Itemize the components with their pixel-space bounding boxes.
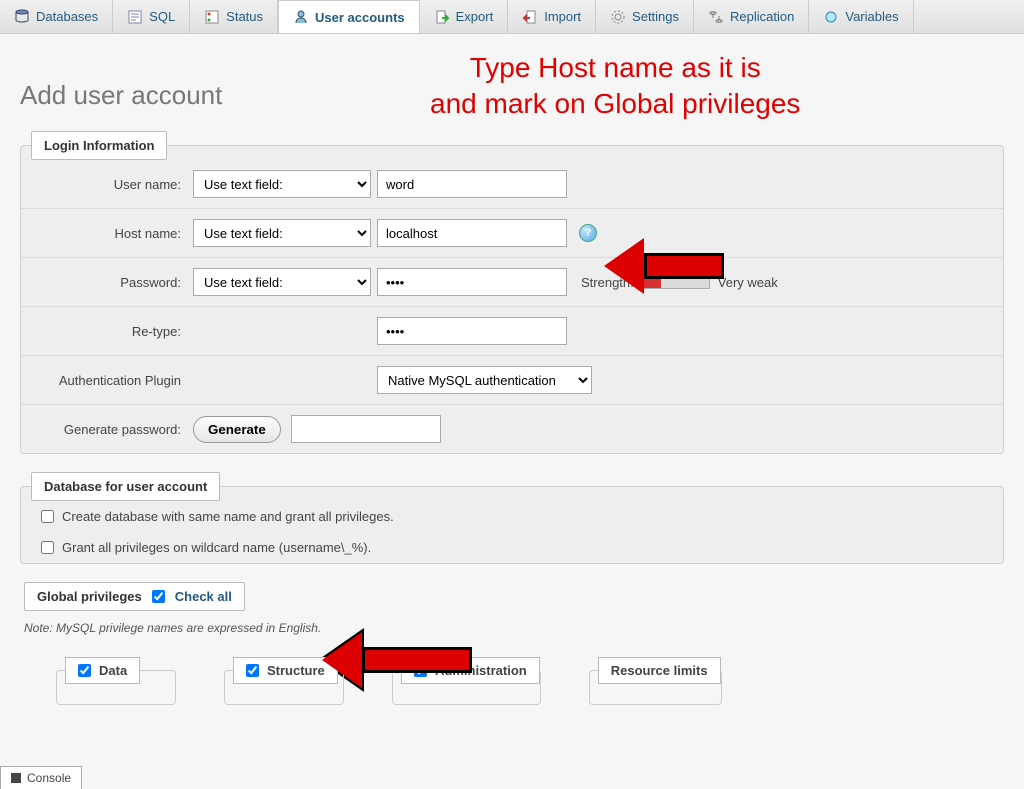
data-group: Data [56, 657, 176, 705]
wildcard-label: Grant all privileges on wildcard name (u… [62, 540, 371, 555]
resource-group-legend: Resource limits [598, 657, 721, 684]
tab-label: Status [226, 9, 263, 24]
tab-label: Settings [632, 9, 679, 24]
console-label: Console [27, 771, 71, 785]
global-priv-legend: Global privileges Check all [24, 582, 245, 611]
generated-password-input[interactable] [291, 415, 441, 443]
generate-label: Generate password: [33, 422, 193, 437]
global-priv-title: Global privileges [37, 589, 142, 604]
structure-checkbox[interactable] [246, 664, 259, 677]
top-tabs: Databases SQL Status User accounts Expor… [0, 0, 1024, 34]
tab-variables[interactable]: Variables [809, 0, 913, 33]
generate-button[interactable]: Generate [193, 416, 281, 443]
password-label: Password: [33, 275, 193, 290]
hostname-row: Host name: Use text field: ? [21, 208, 1003, 257]
tab-export[interactable]: Export [420, 0, 509, 33]
user-accounts-icon [293, 9, 309, 25]
login-info-panel: Login Information User name: Use text fi… [20, 131, 1004, 454]
username-row: User name: Use text field: [21, 160, 1003, 208]
username-input[interactable] [377, 170, 567, 198]
global-priv-panel: Global privileges Check all Note: MySQL … [20, 582, 1004, 705]
tab-label: Replication [730, 9, 794, 24]
import-icon [522, 9, 538, 25]
data-label: Data [99, 663, 127, 678]
data-group-legend: Data [65, 657, 140, 684]
hostname-type-select[interactable]: Use text field: [193, 219, 371, 247]
create-db-checkbox[interactable] [41, 510, 54, 523]
password-row: Password: Use text field: Strength: Very… [21, 257, 1003, 306]
priv-note: Note: MySQL privilege names are expresse… [20, 611, 1004, 649]
tab-replication[interactable]: Replication [694, 0, 809, 33]
username-label: User name: [33, 177, 193, 192]
generate-row: Generate password: Generate [21, 404, 1003, 453]
content-area: Add user account Login Information User … [0, 34, 1024, 739]
tab-label: SQL [149, 9, 175, 24]
tab-status[interactable]: Status [190, 0, 278, 33]
arrow-hostname [604, 238, 724, 294]
tab-user-accounts[interactable]: User accounts [278, 0, 420, 33]
strength-text: Very weak [718, 275, 778, 290]
check-all-link[interactable]: Check all [175, 589, 232, 604]
tab-label: User accounts [315, 10, 405, 25]
annotation-text: Type Host name as it is and mark on Glob… [430, 50, 800, 123]
annotation-line1: Type Host name as it is [430, 50, 800, 86]
database-icon [14, 9, 30, 25]
hostname-input[interactable] [377, 219, 567, 247]
replication-icon [708, 9, 724, 25]
password-input[interactable] [377, 268, 567, 296]
auth-row: Authentication Plugin Native MySQL authe… [21, 355, 1003, 404]
sql-icon [127, 9, 143, 25]
password-type-select[interactable]: Use text field: [193, 268, 371, 296]
db-for-user-panel: Database for user account Create databas… [20, 472, 1004, 564]
arrow-global-priv [322, 632, 472, 688]
help-icon[interactable]: ? [579, 224, 597, 242]
tab-sql[interactable]: SQL [113, 0, 190, 33]
resource-group: Resource limits [589, 657, 722, 705]
wildcard-option: Grant all privileges on wildcard name (u… [21, 532, 1003, 563]
priv-groups: Data Structure Administration Resource l… [20, 657, 1004, 705]
username-type-select[interactable]: Use text field: [193, 170, 371, 198]
create-db-label: Create database with same name and grant… [62, 509, 394, 524]
data-checkbox[interactable] [78, 664, 91, 677]
tab-import[interactable]: Import [508, 0, 596, 33]
wildcard-checkbox[interactable] [41, 541, 54, 554]
variables-icon [823, 9, 839, 25]
tab-databases[interactable]: Databases [0, 0, 113, 33]
resource-label: Resource limits [611, 663, 708, 678]
structure-label: Structure [267, 663, 325, 678]
retype-input[interactable] [377, 317, 567, 345]
create-db-option: Create database with same name and grant… [21, 501, 1003, 532]
retype-row: Re-type: [21, 306, 1003, 355]
tab-label: Import [544, 9, 581, 24]
tab-settings[interactable]: Settings [596, 0, 694, 33]
console-tab[interactable]: Console [0, 766, 82, 789]
tab-label: Export [456, 9, 494, 24]
export-icon [434, 9, 450, 25]
check-all-checkbox[interactable] [152, 590, 165, 603]
tab-label: Variables [845, 9, 898, 24]
console-icon [11, 773, 21, 783]
hostname-label: Host name: [33, 226, 193, 241]
auth-plugin-select[interactable]: Native MySQL authentication [377, 366, 592, 394]
db-for-user-legend: Database for user account [31, 472, 220, 501]
login-info-legend: Login Information [31, 131, 167, 160]
tab-label: Databases [36, 9, 98, 24]
annotation-line2: and mark on Global privileges [430, 86, 800, 122]
status-icon [204, 9, 220, 25]
auth-label: Authentication Plugin [33, 373, 193, 388]
retype-label: Re-type: [33, 324, 193, 339]
settings-icon [610, 9, 626, 25]
